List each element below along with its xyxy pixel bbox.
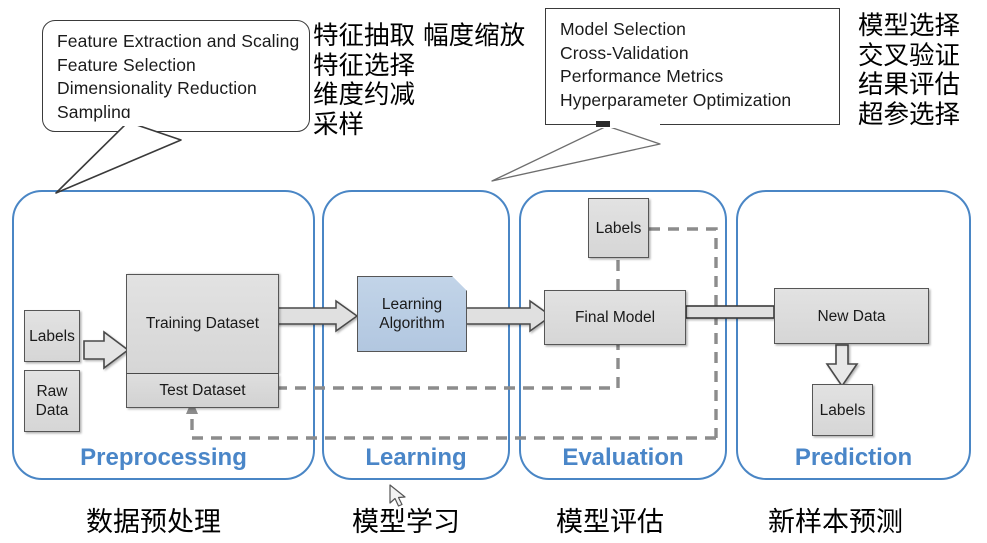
- stage-caption-prediction: 新样本预测: [768, 507, 903, 538]
- panel-label-learning: Learning: [365, 444, 467, 471]
- node-new-data[interactable]: New Data: [774, 288, 929, 344]
- node-raw-data[interactable]: Raw Data: [24, 370, 80, 432]
- stage-caption-learning: 模型学习: [352, 507, 460, 538]
- panel-label-preprocessing: Preprocessing: [80, 444, 247, 471]
- callout-line: Model Selection: [560, 19, 687, 39]
- node-final-model[interactable]: Final Model: [544, 290, 686, 345]
- left-annotation-line: 维度约减: [313, 80, 416, 110]
- node-training-dataset-text: Training Dataset: [145, 315, 260, 332]
- node-new-data-text: New Data: [817, 307, 886, 325]
- right-annotation-line: 结果评估: [858, 70, 961, 100]
- preprocessing-callout: Feature Extraction and Scaling Feature S…: [42, 20, 310, 132]
- evaluation-callout: Model Selection Cross-Validation Perform…: [545, 8, 840, 125]
- left-annotation-line: 特征选择: [313, 50, 416, 81]
- node-learning-algorithm-line1: Learning: [381, 296, 443, 313]
- callout-line: Dimensionality Reduction: [57, 78, 257, 98]
- stage-caption-preprocessing: 数据预处理: [86, 507, 221, 538]
- callout-line: Sampling: [57, 101, 131, 122]
- left-annotation: 特征抽取 幅度缩放 特征选择 维度约减 采样: [313, 21, 526, 140]
- panel-label-prediction: Prediction: [794, 444, 913, 471]
- callout-line: Feature Extraction and Scaling: [57, 31, 300, 51]
- callout-line: Hyperparameter Optimization: [560, 89, 792, 110]
- left-annotation-line: 特征抽取 幅度缩放: [313, 21, 526, 51]
- node-test-dataset[interactable]: Test Dataset: [126, 374, 279, 408]
- right-annotation: 模型选择 交叉验证 结果评估 超参选择: [858, 11, 961, 130]
- node-learning-algorithm[interactable]: Learning Algorithm: [357, 276, 467, 352]
- node-training-dataset[interactable]: Training Dataset: [126, 274, 279, 374]
- callout-line: Feature Selection: [57, 54, 196, 75]
- preprocessing-callout-tail: [55, 121, 182, 194]
- panel-label-evaluation: Evaluation: [562, 444, 684, 471]
- right-annotation-line: 模型选择: [858, 11, 961, 41]
- right-annotation-line: 交叉验证: [858, 40, 961, 71]
- node-eval-labels[interactable]: Labels: [588, 198, 649, 258]
- node-final-model-text: Final Model: [574, 309, 656, 326]
- callout-line: Cross-Validation: [560, 42, 689, 63]
- node-predicted-labels[interactable]: Labels: [812, 384, 873, 436]
- node-predicted-labels-text: Labels: [819, 401, 866, 419]
- node-eval-labels-text: Labels: [595, 219, 642, 237]
- node-test-dataset-text: Test Dataset: [159, 381, 246, 399]
- right-annotation-line: 超参选择: [858, 99, 961, 130]
- left-annotation-line: 采样: [313, 109, 365, 140]
- node-learning-algorithm-line2: Algorithm: [379, 315, 445, 332]
- node-raw-data-line1: Raw: [36, 383, 68, 400]
- stage-caption-evaluation: 模型评估: [556, 507, 664, 538]
- node-input-labels-text: Labels: [29, 327, 75, 345]
- node-raw-data-line2: Data: [35, 402, 69, 419]
- node-input-labels[interactable]: Labels: [24, 310, 80, 362]
- callout-line: Performance Metrics: [560, 66, 724, 86]
